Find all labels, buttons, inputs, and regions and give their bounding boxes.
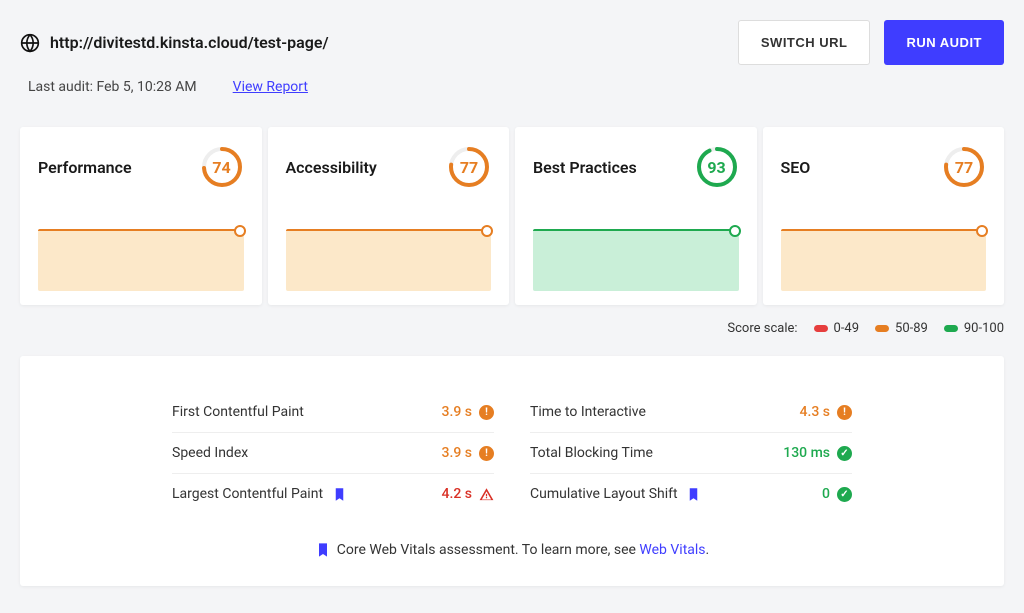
- footer-suffix: .: [706, 542, 710, 558]
- view-report-link[interactable]: View Report: [233, 79, 308, 95]
- metric-name: Cumulative Layout Shift: [530, 486, 702, 502]
- metric-name: Time to Interactive: [530, 404, 646, 420]
- bookmark-icon: [315, 542, 331, 558]
- card-label: SEO: [781, 158, 811, 177]
- card-label: Performance: [38, 158, 132, 177]
- meta-row: Last audit: Feb 5, 10:28 AM View Report: [20, 79, 1004, 95]
- card-label: Accessibility: [286, 158, 377, 177]
- score-ring: 74: [200, 145, 244, 189]
- score-card-best-practices[interactable]: Best Practices 93: [515, 127, 757, 305]
- url-section: http://divitestd.kinsta.cloud/test-page/: [20, 33, 329, 53]
- legend-pill-orange: [875, 325, 889, 332]
- metric-row: Total Blocking Time 130 ms ✓: [530, 433, 852, 474]
- score-value: 77: [942, 145, 986, 189]
- warning-icon: !: [837, 405, 852, 420]
- legend-pill-red: [814, 325, 828, 332]
- card-chart: [286, 229, 492, 291]
- metric-row: First Contentful Paint 3.9 s !: [172, 392, 494, 433]
- metric-value: 3.9 s !: [442, 404, 495, 420]
- metric-row: Cumulative Layout Shift 0 ✓: [530, 474, 852, 514]
- metric-value: 3.9 s !: [442, 445, 495, 461]
- last-audit-text: Last audit: Feb 5, 10:28 AM: [28, 79, 197, 95]
- legend-range: 0-49: [834, 321, 860, 336]
- legend-pill-green: [944, 325, 958, 332]
- score-ring: 77: [942, 145, 986, 189]
- legend-range: 90-100: [964, 321, 1004, 336]
- metric-name: First Contentful Paint: [172, 404, 304, 420]
- score-ring: 77: [447, 145, 491, 189]
- card-top: Performance 74: [38, 145, 244, 189]
- bookmark-icon: [686, 486, 702, 502]
- metric-name: Largest Contentful Paint: [172, 486, 347, 502]
- alert-triangle-icon: [479, 487, 494, 502]
- check-icon: ✓: [837, 446, 852, 461]
- footer-note: Core Web Vitals assessment. To learn mor…: [60, 542, 964, 558]
- legend-item-green: 90-100: [944, 321, 1004, 336]
- score-card-accessibility[interactable]: Accessibility 77: [268, 127, 510, 305]
- score-card-seo[interactable]: SEO 77: [763, 127, 1005, 305]
- metric-value: 4.2 s: [442, 486, 495, 502]
- metric-value: 0 ✓: [822, 486, 852, 502]
- score-legend: Score scale: 0-49 50-89 90-100: [20, 321, 1004, 336]
- metric-name: Total Blocking Time: [530, 445, 653, 461]
- legend-title: Score scale:: [727, 321, 797, 336]
- score-value: 77: [447, 145, 491, 189]
- web-vitals-link[interactable]: Web Vitals: [639, 542, 705, 558]
- check-icon: ✓: [837, 487, 852, 502]
- button-group: SWITCH URL RUN AUDIT: [738, 20, 1004, 65]
- card-top: SEO 77: [781, 145, 987, 189]
- metric-value: 130 ms ✓: [783, 445, 852, 461]
- run-audit-button[interactable]: RUN AUDIT: [884, 20, 1004, 65]
- metric-row: Time to Interactive 4.3 s !: [530, 392, 852, 433]
- audit-url: http://divitestd.kinsta.cloud/test-page/: [50, 33, 329, 52]
- score-value: 93: [695, 145, 739, 189]
- legend-item-orange: 50-89: [875, 321, 928, 336]
- metrics-grid: First Contentful Paint 3.9 s ! Time to I…: [172, 392, 852, 514]
- score-cards: Performance 74 Accessibility 77: [20, 127, 1004, 305]
- header-row: http://divitestd.kinsta.cloud/test-page/…: [20, 20, 1004, 65]
- score-ring: 93: [695, 145, 739, 189]
- metric-name: Speed Index: [172, 445, 248, 461]
- metric-value: 4.3 s !: [800, 404, 853, 420]
- bookmark-icon: [331, 486, 347, 502]
- metric-row: Largest Contentful Paint 4.2 s: [172, 474, 494, 514]
- globe-icon: [20, 33, 40, 53]
- score-card-performance[interactable]: Performance 74: [20, 127, 262, 305]
- legend-item-red: 0-49: [814, 321, 860, 336]
- warning-icon: !: [479, 405, 494, 420]
- metrics-panel: First Contentful Paint 3.9 s ! Time to I…: [20, 356, 1004, 586]
- metric-row: Speed Index 3.9 s !: [172, 433, 494, 474]
- warning-icon: !: [479, 446, 494, 461]
- card-chart: [781, 229, 987, 291]
- score-value: 74: [200, 145, 244, 189]
- footer-text: Core Web Vitals assessment. To learn mor…: [337, 542, 640, 558]
- card-top: Accessibility 77: [286, 145, 492, 189]
- legend-range: 50-89: [895, 321, 928, 336]
- card-chart: [38, 229, 244, 291]
- switch-url-button[interactable]: SWITCH URL: [738, 20, 871, 65]
- card-label: Best Practices: [533, 158, 637, 177]
- card-chart: [533, 229, 739, 291]
- card-top: Best Practices 93: [533, 145, 739, 189]
